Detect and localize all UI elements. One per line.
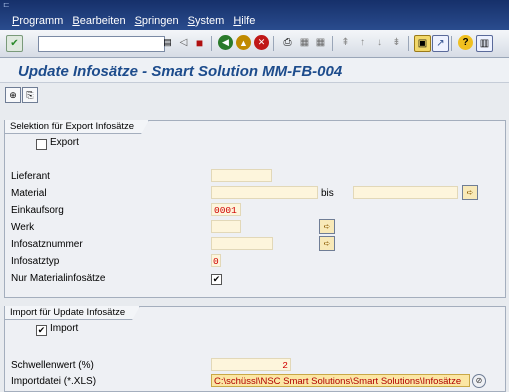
last-page-icon[interactable]: ⇟ (389, 35, 404, 50)
infosatznummer-label: Infosatznummer (11, 239, 83, 250)
next-page-icon[interactable]: ↓ (372, 35, 387, 50)
material-from-field[interactable] (211, 186, 318, 199)
einkaufsorg-field[interactable]: 0001 (211, 203, 241, 216)
importdatei-field[interactable]: C:\schüssl\NSC Smart Solutions\Smart Sol… (211, 374, 470, 387)
export-frame-caption: Selektion für Export Infosätze (5, 120, 149, 134)
system-toolbar: ✔ ▤ ◁ ■ ◀ ▲ ✕ ⎙ ▦ ▦ ⇞ ↑ ↓ ⇟ ▣ ↗ ? ▥ (0, 30, 509, 58)
separator (408, 36, 409, 51)
file-browse-icon[interactable]: ⊘ (472, 374, 486, 388)
bis-label: bis (321, 188, 334, 199)
import-frame: Import für Update Infosätze ✔ Import Sch… (4, 306, 506, 392)
variant-icon[interactable]: ⎘ (22, 87, 38, 103)
window-menu-icon[interactable]: ⊏ (3, 1, 11, 9)
menu-system[interactable]: System (188, 15, 225, 27)
find-icon[interactable]: ▦ (297, 35, 312, 50)
separator (211, 36, 212, 51)
material-label: Material (11, 188, 47, 199)
nur-materialinfosaetze-label: Nur Materialinfosätze (11, 273, 106, 284)
menu-programm[interactable]: Programm (12, 15, 63, 27)
shortcut-icon[interactable]: ↗ (432, 35, 449, 52)
new-session-icon[interactable]: ▣ (414, 35, 431, 52)
import-label: Import (50, 323, 79, 334)
export-frame: Selektion für Export Infosätze Export Li… (4, 120, 506, 298)
save-icon[interactable]: ■ (192, 35, 207, 50)
help-icon[interactable]: ? (458, 35, 473, 50)
back-arrow-icon[interactable]: ◁ (176, 35, 191, 50)
command-field[interactable] (38, 36, 165, 52)
print-icon[interactable]: ⎙ (280, 35, 295, 50)
separator (451, 36, 452, 51)
menu-springen[interactable]: Springen (135, 15, 179, 27)
separator (332, 36, 333, 51)
prev-page-icon[interactable]: ↑ (355, 35, 370, 50)
material-to-field[interactable] (353, 186, 458, 199)
import-frame-caption: Import für Update Infosätze (5, 306, 140, 320)
werk-field[interactable] (211, 220, 241, 233)
enter-icon[interactable]: ✔ (6, 35, 23, 52)
separator (273, 36, 274, 51)
export-checkbox[interactable] (36, 139, 47, 150)
material-multiple-selection-icon[interactable]: ➪ (462, 185, 478, 200)
first-page-icon[interactable]: ⇞ (338, 35, 353, 50)
werk-label: Werk (11, 222, 35, 233)
infosatztyp-field[interactable]: 0 (211, 254, 221, 267)
history-icon[interactable]: ▤ (160, 35, 175, 50)
menu-bearbeiten[interactable]: Bearbeiten (72, 15, 125, 27)
schwellenwert-field[interactable]: 2 (211, 358, 291, 371)
infosatznummer-multiple-selection-icon[interactable]: ➪ (319, 236, 335, 251)
lieferant-label: Lieferant (11, 171, 50, 182)
einkaufsorg-label: Einkaufsorg (11, 205, 64, 216)
find-next-icon[interactable]: ▦ (313, 35, 328, 50)
export-label: Export (50, 137, 79, 148)
execute-icon[interactable]: ⊕ (5, 87, 21, 103)
lieferant-field[interactable] (211, 169, 272, 182)
layout-icon[interactable]: ▥ (476, 35, 493, 52)
infosatztyp-label: Infosatztyp (11, 256, 60, 267)
back-icon[interactable]: ◀ (218, 35, 233, 50)
nur-materialinfosaetze-checkbox[interactable]: ✔ (211, 274, 222, 285)
cancel-icon[interactable]: ✕ (254, 35, 269, 50)
page-title: Update Infosätze - Smart Solution MM-FB-… (18, 63, 343, 80)
menu-items: Programm Bearbeiten Springen System Hilf… (12, 15, 255, 27)
importdatei-label: Importdatei (*.XLS) (11, 376, 97, 387)
infosatznummer-field[interactable] (211, 237, 273, 250)
title-bar: Update Infosätze - Smart Solution MM-FB-… (0, 58, 509, 83)
import-checkbox[interactable]: ✔ (36, 325, 47, 336)
schwellenwert-label: Schwellenwert (%) (11, 360, 94, 371)
exit-icon[interactable]: ▲ (236, 35, 251, 50)
application-toolbar: ⊕ ⎘ (0, 83, 509, 106)
menu-hilfe[interactable]: Hilfe (233, 15, 255, 27)
menu-bar: ⊏ Programm Bearbeiten Springen System Hi… (0, 0, 509, 30)
werk-multiple-selection-icon[interactable]: ➪ (319, 219, 335, 234)
